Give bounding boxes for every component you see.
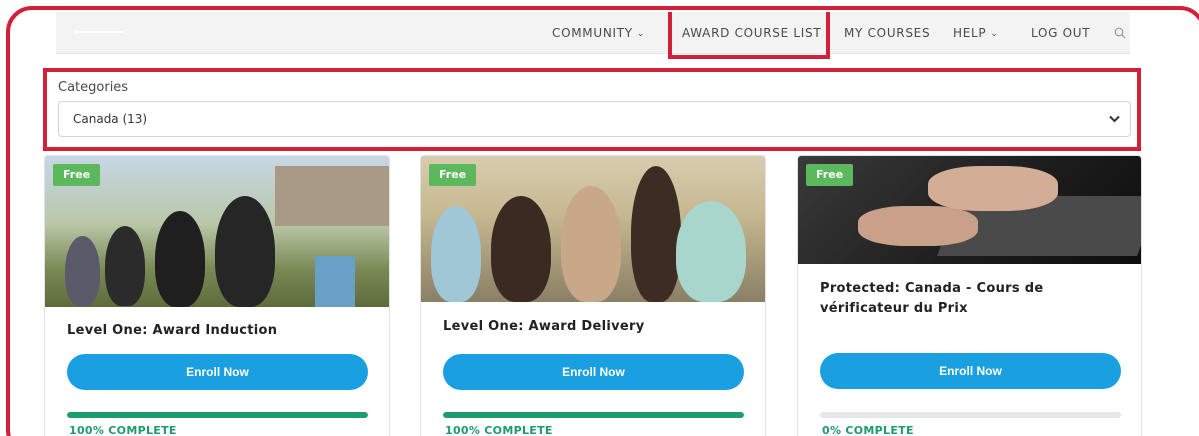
course-card: Free Level One: Award Induction Enroll N…	[44, 155, 390, 436]
progress-fill	[443, 412, 744, 418]
search-icon[interactable]	[1114, 12, 1126, 54]
progress-bar	[443, 412, 744, 418]
free-badge: Free	[806, 164, 854, 186]
enroll-now-button[interactable]: Enroll Now	[443, 354, 744, 390]
course-title[interactable]: Level One: Award Induction	[67, 321, 277, 341]
highlight-categories	[43, 68, 1141, 151]
enroll-now-button[interactable]: Enroll Now	[67, 354, 368, 390]
enroll-now-button[interactable]: Enroll Now	[820, 353, 1121, 389]
progress-bar	[67, 412, 368, 418]
progress-label: 100% COMPLETE	[69, 424, 177, 436]
chevron-down-icon: ⌄	[990, 29, 999, 39]
course-card: Free Level One: Award Delivery Enroll No…	[420, 155, 766, 436]
progress-fill	[67, 412, 368, 418]
course-title[interactable]: Level One: Award Delivery	[443, 317, 645, 337]
progress-bar	[820, 412, 1121, 418]
course-card: Free Protected: Canada - Cours de vérifi…	[797, 155, 1142, 436]
progress-label: 0% COMPLETE	[822, 424, 914, 436]
highlight-award-course-list	[668, 12, 830, 59]
free-badge: Free	[429, 164, 477, 186]
chevron-down-icon: ⌄	[636, 29, 646, 39]
nav-log-out[interactable]: LOG OUT	[1031, 12, 1090, 54]
top-navbar: COMMUNITY ⌄ AWARD COURSE LIST MY COURSES …	[56, 12, 1130, 54]
nav-help[interactable]: HELP ⌄	[953, 12, 999, 54]
progress-label: 100% COMPLETE	[445, 424, 553, 436]
nav-my-courses[interactable]: MY COURSES	[844, 12, 930, 54]
course-title[interactable]: Protected: Canada - Cours de vérificateu…	[820, 279, 1120, 319]
logo	[74, 31, 124, 33]
nav-community[interactable]: COMMUNITY ⌄	[552, 12, 645, 54]
free-badge: Free	[53, 164, 101, 186]
